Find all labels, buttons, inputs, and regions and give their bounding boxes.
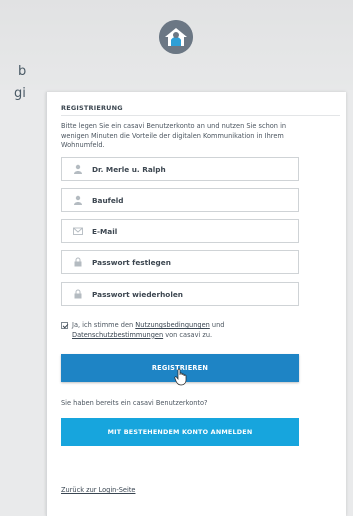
- password-repeat-field-placeholder: Passwort wiederholen: [92, 289, 183, 299]
- privacy-policy-link[interactable]: Datenschutzbestimmungen: [72, 331, 163, 339]
- form-title: REGISTRIERUNG: [61, 104, 123, 112]
- background-text-2: gi: [14, 86, 26, 101]
- login-existing-account-button[interactable]: MIT BESTEHENDEM KONTO ANMELDEN: [61, 418, 299, 446]
- password-field[interactable]: Passwort festlegen: [61, 250, 299, 274]
- terms-of-use-link[interactable]: Nutzungsbedingungen: [135, 321, 210, 329]
- hand-cursor-icon: [174, 368, 187, 386]
- user-icon: [72, 194, 84, 206]
- intro-text: Bitte legen Sie ein casavi Benutzerkonto…: [61, 122, 287, 149]
- house-logo-icon: [159, 20, 193, 54]
- terms-suffix: von casavi zu.: [163, 330, 213, 339]
- back-to-login-link[interactable]: Zurück zur Login-Seite: [61, 486, 135, 494]
- envelope-icon: [72, 225, 84, 237]
- street-field-value: Baufeld: [92, 195, 124, 205]
- user-icon: [72, 163, 84, 175]
- password-repeat-field[interactable]: Passwort wiederholen: [61, 282, 299, 306]
- lock-icon: [72, 256, 84, 268]
- lock-icon: [72, 288, 84, 300]
- divider: [61, 115, 340, 116]
- email-field[interactable]: E-Mail: [61, 219, 299, 243]
- casavi-logo: [159, 20, 193, 54]
- name-field-value: Dr. Merle u. Ralph: [92, 164, 166, 174]
- terms-consent: Ja, ich stimme den Nutzungsbedingungen u…: [61, 321, 301, 340]
- terms-middle: und: [209, 321, 225, 329]
- terms-prefix: Ja, ich stimme den: [72, 321, 136, 329]
- email-field-placeholder: E-Mail: [92, 226, 118, 236]
- terms-checkbox[interactable]: [61, 322, 68, 329]
- name-field[interactable]: Dr. Merle u. Ralph: [61, 157, 299, 181]
- terms-text: Ja, ich stimme den Nutzungsbedingungen u…: [72, 321, 301, 340]
- registration-card: REGISTRIERUNG Bitte legen Sie ein casavi…: [46, 92, 346, 516]
- password-field-placeholder: Passwort festlegen: [92, 257, 171, 267]
- background-text-1: b: [18, 64, 27, 79]
- street-field[interactable]: Baufeld: [61, 188, 299, 212]
- have-account-text: Sie haben bereits ein casavi Benutzerkon…: [61, 399, 208, 407]
